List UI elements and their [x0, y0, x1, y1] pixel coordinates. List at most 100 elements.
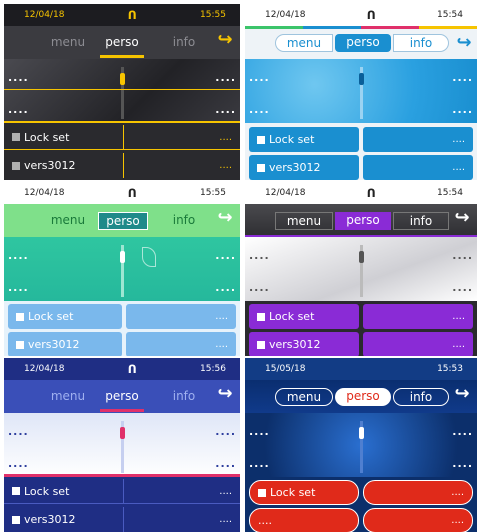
key-empty[interactable]: ....: [126, 332, 236, 356]
tab-perso[interactable]: perso: [98, 212, 148, 230]
left-dots-2[interactable]: ....: [249, 457, 270, 470]
right-dots-2[interactable]: ....: [452, 457, 473, 470]
tab-menu[interactable]: menu: [275, 212, 333, 230]
left-dots-2[interactable]: ....: [8, 281, 29, 294]
right-dots[interactable]: ....: [452, 425, 473, 438]
key-lock-set[interactable]: Lock set: [4, 479, 124, 504]
right-dots[interactable]: ....: [452, 249, 473, 262]
tab-info[interactable]: info: [393, 34, 449, 52]
key-label: Lock set: [28, 310, 74, 323]
tab-menu[interactable]: menu: [275, 388, 333, 406]
key-empty[interactable]: ....: [363, 127, 473, 152]
key-empty[interactable]: ....: [249, 508, 359, 532]
volume-slider[interactable]: [120, 67, 125, 119]
right-dots[interactable]: ....: [215, 249, 236, 262]
status-bar: 12/04/18 ᑎ 15:55: [4, 182, 240, 204]
key-lock-set[interactable]: Lock set: [249, 480, 359, 505]
key-vers3012[interactable]: vers3012: [249, 155, 359, 180]
volume-slider[interactable]: [359, 421, 364, 473]
time-label: 15:54: [437, 188, 463, 198]
tab-perso[interactable]: perso: [100, 34, 144, 52]
key-label: vers3012: [269, 161, 321, 174]
nav-bar: menu perso info ↪: [245, 380, 477, 413]
key-lock-set[interactable]: Lock set: [249, 127, 359, 152]
left-dots[interactable]: ....: [249, 249, 270, 262]
time-label: 15:56: [200, 364, 226, 374]
key-empty[interactable]: ....: [363, 155, 473, 180]
tab-perso[interactable]: perso: [335, 34, 391, 52]
offhook-arrow-icon[interactable]: ↪: [451, 206, 473, 230]
offhook-arrow-icon[interactable]: ↪: [214, 206, 236, 230]
left-dots[interactable]: ....: [8, 249, 29, 262]
key-lock-set[interactable]: Lock set: [4, 125, 124, 150]
key-lock-set[interactable]: Lock set: [249, 304, 359, 329]
time-label: 15:55: [200, 188, 226, 198]
tab-perso[interactable]: perso: [100, 388, 144, 406]
status-bar: 12/04/18 ᑎ 15:56: [4, 358, 240, 380]
offhook-arrow-icon[interactable]: ↪: [214, 28, 236, 52]
key-empty[interactable]: ....: [363, 480, 473, 505]
volume-slider[interactable]: [120, 421, 125, 473]
date-label: 12/04/18: [24, 10, 65, 20]
right-dots-2[interactable]: ....: [215, 457, 236, 470]
perso-area: .... .... .... ....: [245, 413, 477, 477]
headset-icon: ᑎ: [127, 362, 137, 376]
left-dots-2[interactable]: ....: [249, 281, 270, 294]
key-vers3012[interactable]: vers3012: [4, 507, 124, 532]
key-empty[interactable]: ....: [124, 153, 240, 178]
right-dots[interactable]: ....: [452, 71, 473, 84]
key-empty[interactable]: ....: [363, 332, 473, 356]
left-dots[interactable]: ....: [249, 425, 270, 438]
tab-info[interactable]: info: [168, 212, 200, 230]
tab-perso[interactable]: perso: [335, 388, 391, 406]
key-label: vers3012: [24, 513, 76, 526]
perso-area: .... .... .... ....: [4, 237, 240, 301]
key-lock-set[interactable]: Lock set: [8, 304, 122, 329]
status-bar: 15/05/18 15:53: [245, 358, 477, 380]
key-empty[interactable]: ....: [124, 125, 240, 150]
left-dots-2[interactable]: ....: [8, 457, 29, 470]
left-dots-2[interactable]: ....: [8, 103, 29, 116]
nav-bar: menu perso info ↪: [4, 26, 240, 59]
left-dots-2[interactable]: ....: [249, 103, 270, 116]
key-label: Lock set: [24, 484, 70, 498]
programmable-keys: Lock set .... vers3012 ....: [4, 123, 240, 180]
volume-slider[interactable]: [359, 67, 364, 119]
right-dots[interactable]: ....: [215, 71, 236, 84]
right-dots-2[interactable]: ....: [215, 281, 236, 294]
tab-menu[interactable]: menu: [48, 388, 88, 406]
volume-slider[interactable]: [120, 245, 125, 297]
key-vers3012[interactable]: vers3012: [249, 332, 359, 356]
offhook-arrow-icon[interactable]: ↪: [214, 382, 236, 406]
right-dots-2[interactable]: ....: [215, 103, 236, 116]
key-label: vers3012: [269, 338, 321, 351]
key-empty[interactable]: ....: [124, 479, 240, 504]
tab-info[interactable]: info: [168, 34, 200, 52]
left-dots[interactable]: ....: [249, 71, 270, 84]
right-dots[interactable]: ....: [215, 425, 236, 438]
tab-info[interactable]: info: [168, 388, 200, 406]
headset-icon: ᑎ: [127, 186, 137, 200]
key-vers3012[interactable]: vers3012: [8, 332, 122, 356]
tab-perso[interactable]: perso: [335, 212, 391, 230]
divider: [4, 89, 240, 90]
tab-menu[interactable]: menu: [48, 34, 88, 52]
right-dots-2[interactable]: ....: [452, 281, 473, 294]
left-dots[interactable]: ....: [8, 425, 29, 438]
key-vers3012[interactable]: vers3012: [4, 153, 124, 178]
key-empty[interactable]: ....: [124, 507, 240, 532]
tab-info[interactable]: info: [393, 212, 449, 230]
tab-menu[interactable]: menu: [275, 34, 333, 52]
tab-menu[interactable]: menu: [48, 212, 88, 230]
offhook-arrow-icon[interactable]: ↪: [451, 382, 473, 406]
right-dots-2[interactable]: ....: [452, 103, 473, 116]
offhook-arrow-icon[interactable]: ↪: [453, 31, 475, 55]
tab-info[interactable]: info: [393, 388, 449, 406]
left-dots[interactable]: ....: [8, 71, 29, 84]
volume-slider[interactable]: [359, 245, 364, 297]
key-empty[interactable]: ....: [126, 304, 236, 329]
key-label: Lock set: [269, 310, 315, 323]
key-empty[interactable]: ....: [363, 304, 473, 329]
headset-icon: ᑎ: [127, 8, 137, 22]
key-empty[interactable]: ....: [363, 508, 473, 532]
